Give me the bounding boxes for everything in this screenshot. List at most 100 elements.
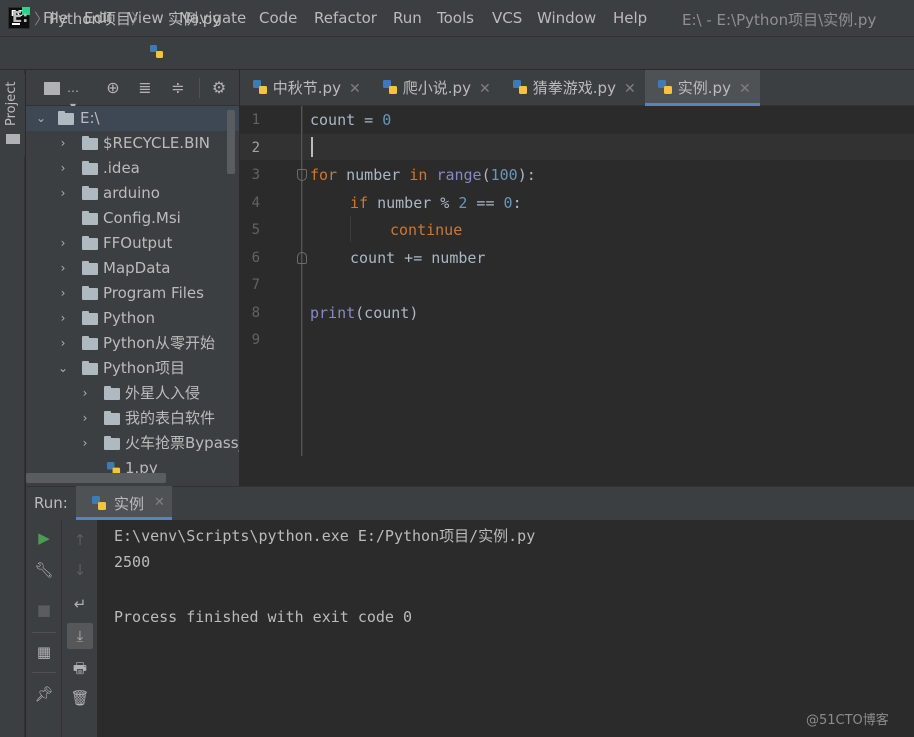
tab-label: 猜拳游戏.py: [532, 79, 616, 97]
folder-icon: [82, 261, 98, 275]
breadcrumb-separator-icon: 〉: [131, 10, 147, 28]
watermark: @51CTO博客: [806, 713, 889, 728]
tree-row[interactable]: › 我的表白软件: [26, 406, 239, 431]
tree-label: 外星人入侵: [125, 384, 201, 402]
dropdown-arrow-icon[interactable]: …▾: [64, 79, 82, 113]
chevron-right-icon[interactable]: ›: [56, 331, 70, 356]
folder-icon: [6, 134, 20, 144]
line-number: 4: [251, 195, 260, 211]
fold-marker-icon[interactable]: [297, 169, 307, 181]
code-line-5: continue: [390, 221, 463, 239]
tree-label: Python从零开始: [103, 334, 215, 352]
tab-mid-autumn[interactable]: 中秋节.py ✕: [240, 70, 370, 106]
collapse-all-icon[interactable]: ≑: [169, 79, 187, 97]
chevron-right-icon[interactable]: ›: [56, 256, 70, 281]
horizontal-scrollbar[interactable]: [26, 473, 166, 483]
tree-row[interactable]: › arduino: [26, 181, 239, 206]
expand-all-icon[interactable]: ≣: [136, 79, 154, 97]
tree-label: Config.Msi: [103, 209, 181, 227]
tree-row[interactable]: › MapData: [26, 256, 239, 281]
breadcrumb-file[interactable]: 实例.py: [168, 8, 221, 29]
chevron-right-icon[interactable]: ›: [56, 156, 70, 181]
arrow-down-icon[interactable]: ↓: [70, 560, 90, 580]
python-file-icon: [253, 80, 267, 94]
close-icon[interactable]: ✕: [154, 495, 165, 510]
fold-marker-icon[interactable]: [297, 252, 307, 264]
chevron-right-icon[interactable]: ›: [56, 231, 70, 256]
close-icon[interactable]: ✕: [624, 81, 636, 97]
rerun-icon[interactable]: ▶: [34, 528, 54, 548]
menu-vcs[interactable]: VCS: [492, 9, 522, 27]
breadcrumb-separator-icon: 〉: [34, 10, 50, 28]
left-tool-strip: [0, 70, 25, 737]
close-icon[interactable]: ✕: [349, 81, 361, 97]
vertical-scrollbar[interactable]: [227, 110, 235, 174]
run-console[interactable]: [98, 520, 914, 737]
menu-code[interactable]: Code: [259, 9, 297, 27]
close-icon[interactable]: ✕: [479, 81, 491, 97]
chevron-right-icon[interactable]: ›: [56, 281, 70, 306]
tree-row[interactable]: › Program Files: [26, 281, 239, 306]
tree-row[interactable]: › FFOutput: [26, 231, 239, 256]
menu-run[interactable]: Run: [393, 9, 422, 27]
tree-label: E:\: [80, 109, 100, 127]
chevron-right-icon[interactable]: ›: [78, 381, 92, 406]
tree-row[interactable]: › $RECYCLE.BIN: [26, 131, 239, 156]
tab-label: 爬小说.py: [402, 79, 471, 97]
chevron-right-icon[interactable]: ›: [78, 431, 92, 456]
chevron-right-icon[interactable]: ›: [56, 306, 70, 331]
pin-icon[interactable]: 📌︎: [34, 684, 54, 704]
chevron-right-icon[interactable]: ›: [56, 131, 70, 156]
code-line-3: for number in range(100):: [310, 166, 536, 184]
tree-row[interactable]: ⌄ Python项目: [26, 356, 239, 381]
menu-tools[interactable]: Tools: [437, 9, 474, 27]
menu-refactor[interactable]: Refactor: [314, 9, 377, 27]
run-toolbar-secondary: ↑ ↓ ↵ ⤓ 🖶︎ 🗑︎: [62, 520, 98, 737]
tree-label: .idea: [103, 159, 140, 177]
tree-label: 火车抢票Bypass_: [125, 434, 239, 452]
folder-icon: [58, 111, 74, 125]
tree-label: 我的表白软件: [125, 409, 216, 427]
tree-row[interactable]: › .idea: [26, 156, 239, 181]
breadcrumb-root[interactable]: E:: [12, 8, 28, 26]
menu-help[interactable]: Help: [613, 9, 647, 27]
soft-wrap-icon[interactable]: ↵: [70, 594, 90, 614]
locate-icon[interactable]: ⊕: [104, 79, 122, 97]
chevron-down-icon[interactable]: ⌄: [56, 356, 70, 381]
print-icon[interactable]: 🖶︎: [70, 658, 90, 678]
tree-row[interactable]: › Python从零开始: [26, 331, 239, 356]
tree-row[interactable]: Config.Msi: [26, 206, 239, 231]
tree-row[interactable]: ⌄ E:\: [26, 106, 239, 131]
scroll-to-end-icon[interactable]: ⤓: [70, 626, 90, 646]
trash-icon[interactable]: 🗑︎: [70, 688, 90, 708]
run-tab-example[interactable]: 实例 ✕: [76, 486, 172, 520]
tree-row[interactable]: › 外星人入侵: [26, 381, 239, 406]
gear-icon[interactable]: ⚙: [210, 79, 228, 97]
menu-window[interactable]: Window: [537, 9, 596, 27]
chevron-down-icon[interactable]: ⌄: [34, 106, 48, 131]
tab-novel-crawler[interactable]: 爬小说.py ✕: [370, 70, 500, 106]
stop-icon[interactable]: ■: [34, 600, 54, 620]
python-file-icon: [150, 45, 163, 58]
line-number: 2: [251, 140, 260, 156]
tree-label: Python项目: [103, 359, 185, 377]
wrench-icon[interactable]: 🔧︎: [34, 560, 54, 580]
code-line-8: print(count): [310, 304, 419, 322]
arrow-up-icon[interactable]: ↑: [70, 530, 90, 550]
project-view-folder-icon[interactable]: [44, 82, 60, 95]
tree-label: FFOutput: [103, 234, 173, 252]
chevron-right-icon[interactable]: ›: [56, 181, 70, 206]
tab-rock-paper-scissors[interactable]: 猜拳游戏.py ✕: [500, 70, 645, 106]
line-number: 7: [251, 277, 260, 293]
folder-icon: [104, 436, 120, 450]
code-line-4: if number % 2 == 0:: [350, 194, 522, 212]
chevron-right-icon[interactable]: ›: [78, 406, 92, 431]
layout-icon[interactable]: ▦: [34, 642, 54, 662]
breadcrumb-folder[interactable]: Python项目: [49, 8, 131, 29]
close-icon[interactable]: ✕: [739, 81, 751, 97]
tree-row[interactable]: › 火车抢票Bypass_: [26, 431, 239, 456]
folder-icon: [82, 361, 98, 375]
tab-example[interactable]: 实例.py ✕: [645, 70, 760, 106]
tree-row[interactable]: › Python: [26, 306, 239, 331]
navigation-bar: [0, 36, 914, 70]
